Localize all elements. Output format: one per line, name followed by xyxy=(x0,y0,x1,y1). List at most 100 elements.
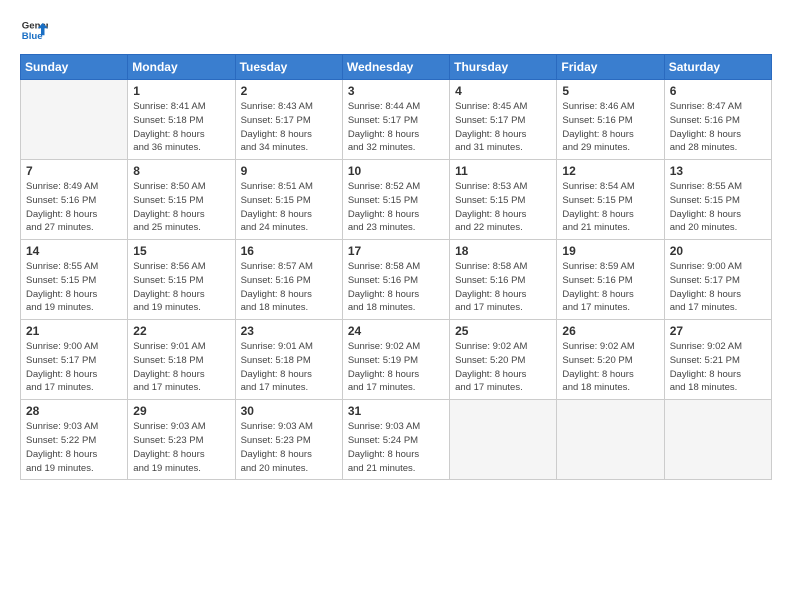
page: General Blue SundayMondayTuesdayWednesda… xyxy=(0,0,792,612)
calendar-cell: 1 Sunrise: 8:41 AM Sunset: 5:18 PM Daylig… xyxy=(128,80,235,160)
weekday-header-row: SundayMondayTuesdayWednesdayThursdayFrid… xyxy=(21,55,772,80)
calendar-cell: 17 Sunrise: 8:58 AM Sunset: 5:16 PM Dayli… xyxy=(342,240,449,320)
day-info: Sunrise: 8:53 AM Sunset: 5:15 PM Dayligh… xyxy=(455,180,551,235)
calendar-cell: 3 Sunrise: 8:44 AM Sunset: 5:17 PM Daylig… xyxy=(342,80,449,160)
day-info: Sunrise: 9:00 AM Sunset: 5:17 PM Dayligh… xyxy=(670,260,766,315)
day-number: 24 xyxy=(348,324,444,338)
day-number: 18 xyxy=(455,244,551,258)
day-number: 29 xyxy=(133,404,229,418)
weekday-header-friday: Friday xyxy=(557,55,664,80)
day-info: Sunrise: 8:58 AM Sunset: 5:16 PM Dayligh… xyxy=(348,260,444,315)
calendar-cell: 10Sunrise: 8:52 AM Sunset: 5:15 PM Dayli… xyxy=(342,160,449,240)
day-info: Sunrise: 8:41 AM Sunset: 5:18 PM Dayligh… xyxy=(133,100,229,155)
logo: General Blue xyxy=(20,16,48,44)
day-number: 9 xyxy=(241,164,337,178)
week-row-4: 21 Sunrise: 9:00 AM Sunset: 5:17 PM Dayli… xyxy=(21,320,772,400)
calendar-cell: 15Sunrise: 8:56 AM Sunset: 5:15 PM Dayli… xyxy=(128,240,235,320)
calendar-cell xyxy=(557,400,664,480)
header: General Blue xyxy=(20,16,772,44)
day-number: 2 xyxy=(241,84,337,98)
calendar-cell: 11 Sunrise: 8:53 AM Sunset: 5:15 PM Dayli… xyxy=(450,160,557,240)
calendar-cell: 22Sunrise: 9:01 AM Sunset: 5:18 PM Dayli… xyxy=(128,320,235,400)
day-info: Sunrise: 9:00 AM Sunset: 5:17 PM Dayligh… xyxy=(26,340,122,395)
calendar-cell: 19 Sunrise: 8:59 AM Sunset: 5:16 PM Dayli… xyxy=(557,240,664,320)
calendar-cell: 27Sunrise: 9:02 AM Sunset: 5:21 PM Dayli… xyxy=(664,320,771,400)
day-info: Sunrise: 8:59 AM Sunset: 5:16 PM Dayligh… xyxy=(562,260,658,315)
calendar-cell: 13Sunrise: 8:55 AM Sunset: 5:15 PM Dayli… xyxy=(664,160,771,240)
calendar-cell: 24Sunrise: 9:02 AM Sunset: 5:19 PM Dayli… xyxy=(342,320,449,400)
day-number: 22 xyxy=(133,324,229,338)
day-info: Sunrise: 8:54 AM Sunset: 5:15 PM Dayligh… xyxy=(562,180,658,235)
calendar-cell: 5 Sunrise: 8:46 AM Sunset: 5:16 PM Daylig… xyxy=(557,80,664,160)
day-number: 4 xyxy=(455,84,551,98)
day-info: Sunrise: 8:50 AM Sunset: 5:15 PM Dayligh… xyxy=(133,180,229,235)
calendar: SundayMondayTuesdayWednesdayThursdayFrid… xyxy=(20,54,772,480)
day-info: Sunrise: 9:01 AM Sunset: 5:18 PM Dayligh… xyxy=(241,340,337,395)
week-row-3: 14Sunrise: 8:55 AM Sunset: 5:15 PM Dayli… xyxy=(21,240,772,320)
day-info: Sunrise: 8:44 AM Sunset: 5:17 PM Dayligh… xyxy=(348,100,444,155)
weekday-header-saturday: Saturday xyxy=(664,55,771,80)
day-info: Sunrise: 8:51 AM Sunset: 5:15 PM Dayligh… xyxy=(241,180,337,235)
calendar-cell: 26 Sunrise: 9:02 AM Sunset: 5:20 PM Dayli… xyxy=(557,320,664,400)
calendar-cell xyxy=(664,400,771,480)
day-number: 5 xyxy=(562,84,658,98)
day-info: Sunrise: 8:58 AM Sunset: 5:16 PM Dayligh… xyxy=(455,260,551,315)
week-row-2: 7 Sunrise: 8:49 AM Sunset: 5:16 PM Daylig… xyxy=(21,160,772,240)
day-number: 8 xyxy=(133,164,229,178)
calendar-cell: 9 Sunrise: 8:51 AM Sunset: 5:15 PM Daylig… xyxy=(235,160,342,240)
calendar-cell: 7 Sunrise: 8:49 AM Sunset: 5:16 PM Daylig… xyxy=(21,160,128,240)
day-number: 26 xyxy=(562,324,658,338)
calendar-cell: 20 Sunrise: 9:00 AM Sunset: 5:17 PM Dayli… xyxy=(664,240,771,320)
day-info: Sunrise: 9:03 AM Sunset: 5:24 PM Dayligh… xyxy=(348,420,444,475)
day-number: 15 xyxy=(133,244,229,258)
day-info: Sunrise: 9:03 AM Sunset: 5:23 PM Dayligh… xyxy=(133,420,229,475)
weekday-header-sunday: Sunday xyxy=(21,55,128,80)
day-number: 12 xyxy=(562,164,658,178)
week-row-5: 28Sunrise: 9:03 AM Sunset: 5:22 PM Dayli… xyxy=(21,400,772,480)
day-number: 17 xyxy=(348,244,444,258)
day-number: 3 xyxy=(348,84,444,98)
day-number: 30 xyxy=(241,404,337,418)
day-info: Sunrise: 9:03 AM Sunset: 5:23 PM Dayligh… xyxy=(241,420,337,475)
day-number: 13 xyxy=(670,164,766,178)
day-info: Sunrise: 8:46 AM Sunset: 5:16 PM Dayligh… xyxy=(562,100,658,155)
calendar-cell: 4Sunrise: 8:45 AM Sunset: 5:17 PM Daylig… xyxy=(450,80,557,160)
day-number: 20 xyxy=(670,244,766,258)
day-number: 31 xyxy=(348,404,444,418)
day-number: 19 xyxy=(562,244,658,258)
calendar-cell: 29 Sunrise: 9:03 AM Sunset: 5:23 PM Dayli… xyxy=(128,400,235,480)
day-number: 23 xyxy=(241,324,337,338)
day-number: 28 xyxy=(26,404,122,418)
calendar-cell: 16Sunrise: 8:57 AM Sunset: 5:16 PM Dayli… xyxy=(235,240,342,320)
calendar-cell: 14Sunrise: 8:55 AM Sunset: 5:15 PM Dayli… xyxy=(21,240,128,320)
calendar-cell: 2 Sunrise: 8:43 AM Sunset: 5:17 PM Daylig… xyxy=(235,80,342,160)
day-info: Sunrise: 9:02 AM Sunset: 5:21 PM Dayligh… xyxy=(670,340,766,395)
day-info: Sunrise: 9:02 AM Sunset: 5:20 PM Dayligh… xyxy=(562,340,658,395)
day-info: Sunrise: 8:57 AM Sunset: 5:16 PM Dayligh… xyxy=(241,260,337,315)
day-number: 10 xyxy=(348,164,444,178)
weekday-header-monday: Monday xyxy=(128,55,235,80)
day-number: 11 xyxy=(455,164,551,178)
weekday-header-tuesday: Tuesday xyxy=(235,55,342,80)
svg-text:Blue: Blue xyxy=(22,31,43,42)
logo-icon: General Blue xyxy=(20,16,48,44)
day-info: Sunrise: 8:47 AM Sunset: 5:16 PM Dayligh… xyxy=(670,100,766,155)
day-number: 7 xyxy=(26,164,122,178)
weekday-header-wednesday: Wednesday xyxy=(342,55,449,80)
calendar-cell: 21 Sunrise: 9:00 AM Sunset: 5:17 PM Dayli… xyxy=(21,320,128,400)
day-number: 1 xyxy=(133,84,229,98)
week-row-1: 1 Sunrise: 8:41 AM Sunset: 5:18 PM Daylig… xyxy=(21,80,772,160)
calendar-cell: 8 Sunrise: 8:50 AM Sunset: 5:15 PM Daylig… xyxy=(128,160,235,240)
calendar-cell: 18 Sunrise: 8:58 AM Sunset: 5:16 PM Dayli… xyxy=(450,240,557,320)
day-number: 25 xyxy=(455,324,551,338)
day-info: Sunrise: 8:49 AM Sunset: 5:16 PM Dayligh… xyxy=(26,180,122,235)
day-number: 21 xyxy=(26,324,122,338)
day-info: Sunrise: 8:43 AM Sunset: 5:17 PM Dayligh… xyxy=(241,100,337,155)
weekday-header-thursday: Thursday xyxy=(450,55,557,80)
day-number: 14 xyxy=(26,244,122,258)
calendar-cell xyxy=(450,400,557,480)
day-number: 6 xyxy=(670,84,766,98)
calendar-cell: 25Sunrise: 9:02 AM Sunset: 5:20 PM Dayli… xyxy=(450,320,557,400)
calendar-cell: 12 Sunrise: 8:54 AM Sunset: 5:15 PM Dayli… xyxy=(557,160,664,240)
calendar-cell: 30 Sunrise: 9:03 AM Sunset: 5:23 PM Dayli… xyxy=(235,400,342,480)
